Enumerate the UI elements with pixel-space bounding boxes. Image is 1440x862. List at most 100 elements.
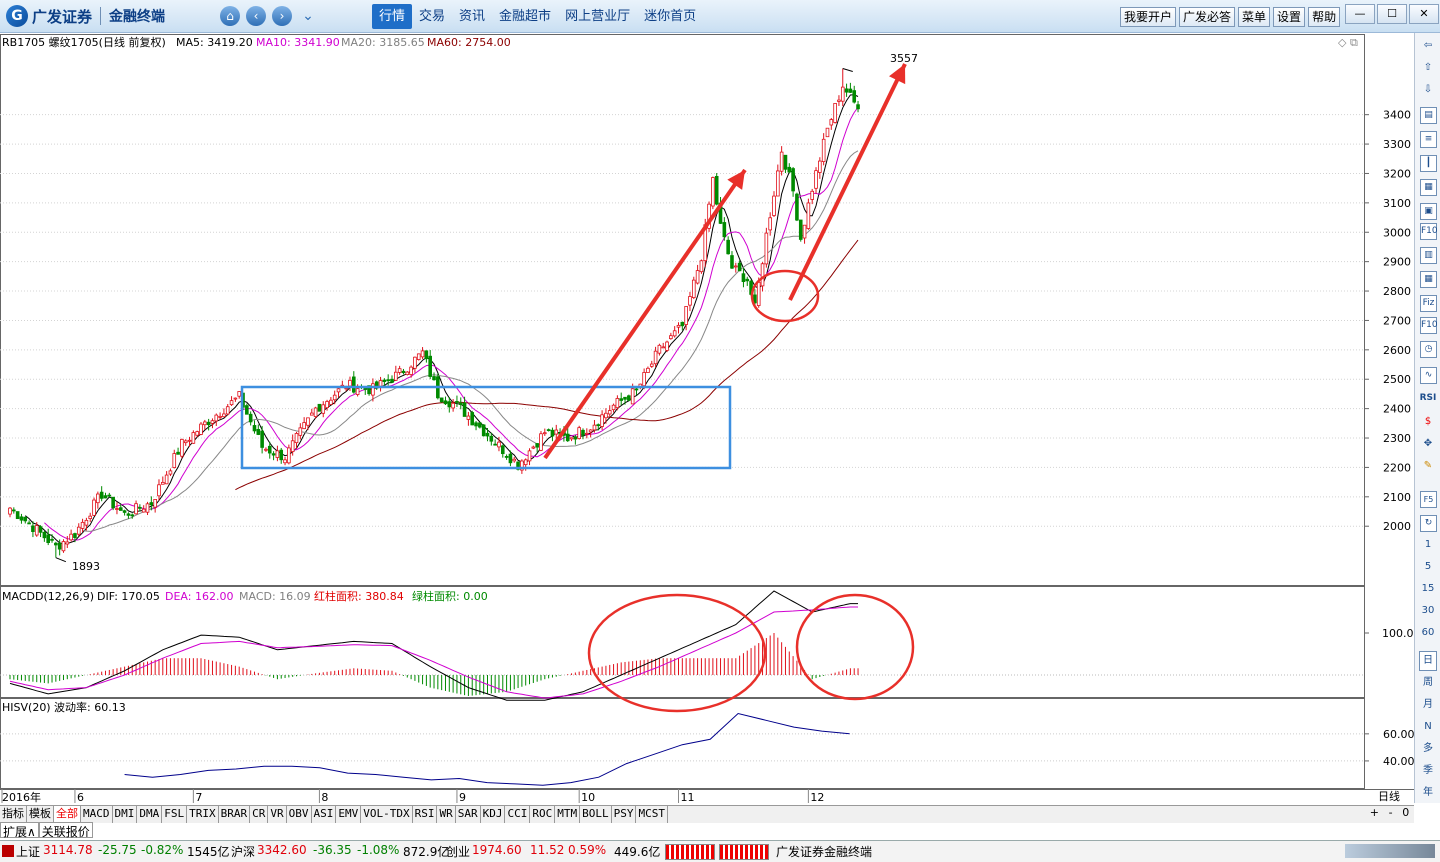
menu-news[interactable]: 资讯 (452, 4, 492, 29)
cy-value[interactable]: 1974.60 (472, 843, 522, 857)
indicator-tab-全部[interactable]: 全部 (54, 806, 81, 823)
indicator-tab-emv[interactable]: EMV (336, 806, 362, 823)
indicator-tab-sar[interactable]: SAR (456, 806, 481, 823)
arrow-up-icon[interactable]: ⇧ (1419, 59, 1437, 77)
period-15[interactable]: 15 (1419, 580, 1437, 598)
candle-body (458, 402, 463, 405)
sh-value[interactable]: 3114.78 (43, 843, 93, 857)
chart-canvas[interactable]: 3400 3300 3200 3100 3000 2900 2800 2700 2600 2500… (0, 33, 1414, 803)
panel-restore-icon[interactable]: ◇ ⧉ (1338, 36, 1358, 49)
candle-body (798, 219, 803, 240)
menu-trade[interactable]: 交易 (412, 4, 452, 29)
indicator-tab-rsi[interactable]: RSI (413, 806, 438, 823)
candle-body (565, 433, 570, 442)
move-icon[interactable]: ✥ (1419, 435, 1437, 453)
arrow-left-icon[interactable]: ⇦ (1419, 37, 1437, 55)
indicator-tab-dmi[interactable]: DMI (113, 806, 138, 823)
indicator-tab-boll[interactable]: BOLL (580, 806, 612, 823)
candle-body (115, 508, 119, 510)
indicator-tab-mcst[interactable]: MCST (636, 806, 668, 823)
indicator-tab-vr[interactable]: VR (268, 806, 287, 823)
expand-tab[interactable]: 扩展∧ (0, 822, 39, 839)
report-icon[interactable]: ▣ (1420, 203, 1437, 220)
period-n[interactable]: N (1419, 718, 1437, 736)
indicator-tab-mtm[interactable]: MTM (555, 806, 581, 823)
hs-amount: 872.9亿 (403, 845, 450, 859)
bar-chart-icon[interactable]: ▥ (1420, 247, 1437, 264)
menu-online-office[interactable]: 网上营业厅 (558, 4, 637, 29)
dollar-icon[interactable]: $ (1419, 413, 1437, 431)
hs-value[interactable]: 3342.60 (257, 843, 307, 857)
menu-quotes[interactable]: 行情 (372, 4, 413, 29)
indicator-tab-macd[interactable]: MACD (81, 806, 113, 823)
candle-body (168, 470, 173, 475)
settings-button[interactable]: 设置 (1273, 7, 1306, 27)
f10-alt-icon[interactable]: F10 (1420, 317, 1438, 334)
candle-body (424, 350, 429, 360)
indicator-tab-cr[interactable]: CR (250, 806, 269, 823)
indicator-tab-fsl[interactable]: FSL (162, 806, 188, 823)
period-60[interactable]: 60 (1419, 624, 1437, 642)
menu-button[interactable]: 菜单 (1238, 7, 1271, 27)
period-day[interactable]: 日 (1419, 651, 1437, 671)
indicator-tab-roc[interactable]: ROC (530, 806, 556, 823)
indicator-tab-asi[interactable]: ASI (312, 806, 337, 823)
f5-icon[interactable]: F5 (1420, 491, 1437, 508)
calendar-icon[interactable]: ▦ (1420, 271, 1437, 288)
indicator-tab-模板[interactable]: 模板 (27, 806, 54, 823)
close-icon[interactable]: ✕ (1409, 4, 1439, 24)
grid-icon[interactable]: ▦ (1420, 179, 1437, 196)
indicator-tab-obv[interactable]: OBV (287, 806, 312, 823)
indicator-tab-cci[interactable]: CCI (505, 806, 531, 823)
arrow-down-icon[interactable]: ⇩ (1419, 81, 1437, 99)
candle-icon[interactable]: ┃ (1420, 155, 1437, 172)
menu-mini-home[interactable]: 迷你首页 (637, 4, 703, 29)
open-account-button[interactable]: 我要开户 (1120, 7, 1177, 27)
minimize-icon[interactable]: — (1345, 4, 1375, 24)
related-quotes-tab[interactable]: 关联报价 (38, 822, 93, 839)
forward-icon[interactable]: › (272, 6, 292, 26)
candle-body (539, 433, 543, 451)
indicator-tab-dma[interactable]: DMA (137, 806, 163, 823)
candle-body (394, 371, 398, 381)
period-30[interactable]: 30 (1419, 602, 1437, 620)
qa-button[interactable]: 广发必答 (1179, 7, 1236, 27)
indicator-tab-psy[interactable]: PSY (612, 806, 637, 823)
candle-body (588, 429, 593, 433)
candle-body (634, 388, 639, 391)
pen-icon[interactable]: ✎ (1419, 457, 1437, 475)
fiz-icon[interactable]: Fiz (1420, 295, 1437, 312)
line-chart-icon[interactable]: ∿ (1420, 367, 1437, 384)
refresh-icon[interactable]: ↻ (1420, 515, 1437, 532)
back-icon[interactable]: ‹ (246, 6, 266, 26)
indicator-tab-指标[interactable]: 指标 (0, 806, 27, 823)
indicator-tab-trix[interactable]: TRIX (187, 806, 219, 823)
zoom-in-button[interactable]: + (1370, 806, 1379, 823)
f10-icon[interactable]: F10 (1420, 223, 1438, 240)
zoom-out-button[interactable]: - (1389, 806, 1393, 823)
period-week[interactable]: 周 (1419, 674, 1437, 692)
period-year[interactable]: 年 (1419, 784, 1437, 802)
indicator-tab-kdj[interactable]: KDJ (481, 806, 506, 823)
maximize-icon[interactable]: ☐ (1377, 4, 1407, 24)
indicator-tab-wr[interactable]: WR (437, 806, 456, 823)
period-5[interactable]: 5 (1419, 558, 1437, 576)
chevron-down-icon[interactable]: ⌄ (298, 6, 318, 26)
rsi-icon[interactable]: RSI (1419, 389, 1437, 407)
menu-supermarket[interactable]: 金融超市 (492, 4, 558, 29)
clock-icon[interactable]: ◷ (1420, 341, 1437, 358)
help-button[interactable]: 帮助 (1308, 7, 1341, 27)
period-1[interactable]: 1 (1419, 536, 1437, 554)
candle-body (493, 443, 497, 446)
period-month[interactable]: 月 (1419, 696, 1437, 714)
zoom-reset-button[interactable]: 0 (1402, 806, 1409, 823)
candle-body (386, 379, 390, 382)
list-icon[interactable]: ≡ (1420, 131, 1437, 148)
tray-icons[interactable] (1345, 844, 1435, 858)
period-quarter[interactable]: 季 (1419, 762, 1437, 780)
table-icon[interactable]: ▤ (1420, 107, 1437, 124)
indicator-tab-vol-tdx[interactable]: VOL-TDX (361, 806, 413, 823)
period-multi[interactable]: 多 (1419, 740, 1437, 758)
home-icon[interactable]: ⌂ (220, 6, 240, 26)
indicator-tab-brar[interactable]: BRAR (219, 806, 251, 823)
